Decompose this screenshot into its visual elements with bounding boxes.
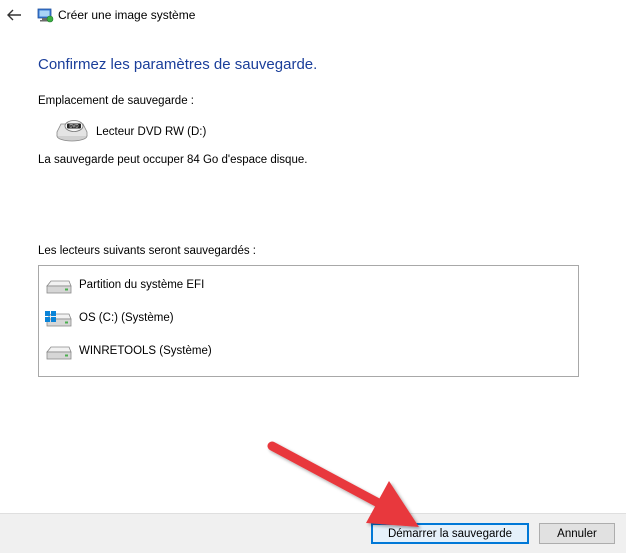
location-value: Lecteur DVD RW (D:) [96,126,207,138]
drive-label: Partition du système EFI [79,279,205,291]
list-item[interactable]: OS (C:) (Système) [39,308,578,330]
create-system-image-window: Créer une image système Confirmez les pa… [0,0,626,553]
system-image-icon [37,8,54,23]
hard-drive-icon [46,346,72,360]
location-label: Emplacement de sauvegarde : [38,95,194,107]
window-title: Créer une image système [58,8,196,22]
drive-label: OS (C:) (Système) [79,312,174,324]
list-item[interactable]: WINRETOOLS (Système) [39,341,578,363]
svg-text:DVD: DVD [69,124,78,129]
list-item[interactable]: Partition du système EFI [39,275,578,297]
cancel-button[interactable]: Annuler [539,523,615,544]
windows-drive-icon [45,311,72,327]
footer-bar: Démarrer la sauvegarde Annuler [0,513,626,553]
hard-drive-icon [46,280,72,294]
page-heading: Confirmez les paramètres de sauvegarde. [38,56,318,73]
space-estimate-text: La sauvegarde peut occuper 84 Go d'espac… [38,154,308,166]
drive-list[interactable]: Partition du système EFI OS (C:) (Systèm… [38,265,579,377]
title-bar: Créer une image système [0,0,626,30]
start-backup-button[interactable]: Démarrer la sauvegarde [371,523,529,544]
drive-label: WINRETOOLS (Système) [79,345,212,357]
back-arrow-icon[interactable] [5,6,23,24]
drives-label: Les lecteurs suivants seront sauvegardés… [38,245,256,257]
dvd-drive-icon: DVD [56,120,88,142]
